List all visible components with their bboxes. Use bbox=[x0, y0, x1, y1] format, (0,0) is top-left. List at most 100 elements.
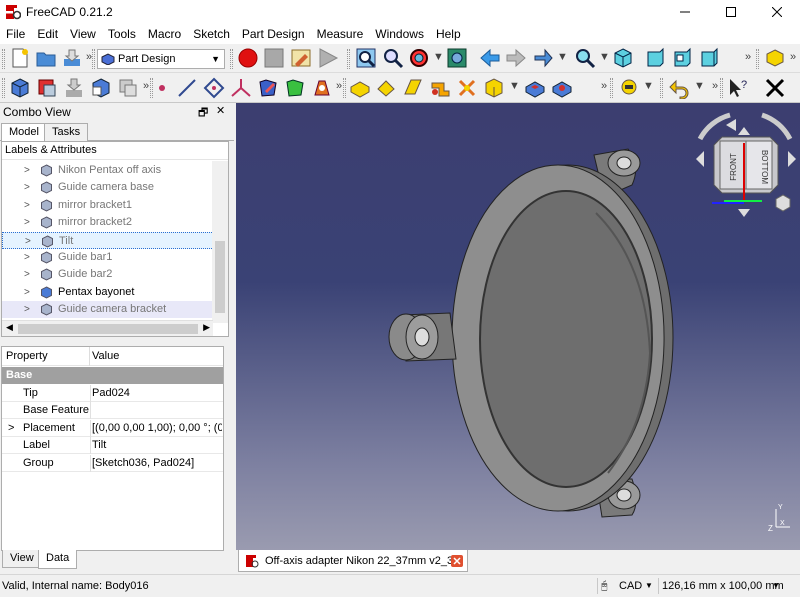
datum-point-icon[interactable] bbox=[151, 77, 173, 99]
toolbar-grip[interactable] bbox=[756, 49, 759, 69]
nav-left-arrow-icon[interactable] bbox=[696, 151, 704, 167]
expand-arrow-icon[interactable]: > bbox=[24, 197, 30, 214]
nav-up-arrow-icon[interactable] bbox=[738, 127, 750, 135]
create-body-icon[interactable] bbox=[9, 77, 31, 99]
additive-loft-icon[interactable] bbox=[402, 77, 424, 99]
macro-stop-icon[interactable] bbox=[263, 47, 285, 69]
menu-help[interactable]: Help bbox=[430, 24, 467, 44]
sync-view-icon[interactable] bbox=[532, 47, 554, 69]
toolbar-grip[interactable] bbox=[2, 78, 5, 98]
menu-tools[interactable]: Tools bbox=[102, 24, 142, 44]
toolbar-more-chevron[interactable]: » bbox=[712, 80, 718, 92]
tree-item[interactable]: > mirror bracket2 bbox=[2, 214, 214, 231]
menu-macro[interactable]: Macro bbox=[142, 24, 187, 44]
tab-data[interactable]: Data bbox=[38, 550, 78, 569]
menu-view[interactable]: View bbox=[64, 24, 102, 44]
chevron-down-icon[interactable]: ▼ bbox=[509, 80, 520, 92]
menu-part-design[interactable]: Part Design bbox=[236, 24, 311, 44]
chevron-down-icon[interactable]: ▼ bbox=[643, 80, 654, 92]
float-panel-icon[interactable]: 🗗 bbox=[198, 104, 208, 123]
chevron-down-icon[interactable]: ▼ bbox=[557, 51, 568, 63]
chevron-down-icon[interactable]: ▼ bbox=[599, 51, 610, 63]
datum-plane-icon[interactable] bbox=[203, 77, 225, 99]
scroll-right-icon[interactable]: ▶ bbox=[203, 322, 210, 333]
3d-viewport[interactable]: FRONT BOTTOM Z X Y bbox=[236, 103, 800, 550]
tree-item[interactable]: > Guide bar2 bbox=[2, 266, 214, 283]
tab-tasks[interactable]: Tasks bbox=[44, 123, 89, 141]
tree-horizontal-scrollbar[interactable]: ◀ ▶ bbox=[2, 320, 213, 336]
tree-item[interactable]: > Nikon Pentax off axis bbox=[2, 162, 214, 179]
attach-sketch-icon[interactable] bbox=[311, 77, 333, 99]
hole-icon[interactable] bbox=[551, 77, 573, 99]
tree-item[interactable]: > Pentax bayonet bbox=[2, 284, 214, 301]
undo-icon[interactable] bbox=[668, 77, 690, 99]
minimize-button[interactable] bbox=[662, 0, 708, 24]
draw-style-icon[interactable] bbox=[408, 47, 430, 69]
import-icon[interactable] bbox=[63, 77, 85, 99]
part-icon[interactable] bbox=[764, 47, 786, 69]
menu-windows[interactable]: Windows bbox=[369, 24, 430, 44]
close-tab-icon[interactable] bbox=[451, 555, 463, 567]
save-icon[interactable] bbox=[61, 47, 83, 69]
toolbar-grip[interactable] bbox=[720, 78, 723, 98]
pocket-icon[interactable] bbox=[524, 77, 546, 99]
expand-arrow-icon[interactable]: > bbox=[24, 162, 30, 179]
toolbar-grip[interactable] bbox=[230, 49, 233, 69]
expand-arrow-icon[interactable]: > bbox=[24, 179, 30, 196]
menu-edit[interactable]: Edit bbox=[31, 24, 64, 44]
new-sketch-icon[interactable] bbox=[257, 77, 279, 99]
tree-item[interactable]: > Guide bar1 bbox=[2, 249, 214, 266]
nav-down-arrow-icon[interactable] bbox=[738, 209, 750, 217]
fit-selection-icon[interactable] bbox=[382, 47, 404, 69]
property-row[interactable]: Group [Sketch036, Pad024] bbox=[2, 454, 223, 472]
measure-icon[interactable] bbox=[619, 77, 641, 99]
macro-record-icon[interactable] bbox=[237, 47, 259, 69]
close-icon[interactable] bbox=[764, 77, 786, 99]
toolbar-grip[interactable] bbox=[660, 78, 663, 98]
menu-file[interactable]: File bbox=[0, 24, 31, 44]
property-row[interactable]: Tip Pad024 bbox=[2, 385, 223, 402]
isometric-view-icon[interactable] bbox=[612, 47, 634, 69]
forward-arrow-icon[interactable] bbox=[505, 47, 527, 69]
property-group-base[interactable]: Base bbox=[2, 367, 223, 384]
close-window-button[interactable] bbox=[754, 0, 800, 24]
property-value[interactable]: Tilt bbox=[92, 437, 222, 454]
additive-primitive-icon[interactable] bbox=[483, 77, 505, 99]
scroll-left-icon[interactable]: ◀ bbox=[6, 322, 13, 333]
property-editor[interactable]: Property Value Base Tip Pad024 Base Featur… bbox=[1, 346, 224, 551]
shape-binder-icon[interactable] bbox=[36, 77, 58, 99]
open-folder-icon[interactable] bbox=[35, 47, 57, 69]
expand-arrow-icon[interactable]: > bbox=[8, 420, 14, 437]
sub-shape-binder-icon[interactable] bbox=[117, 77, 139, 99]
tree-item[interactable]: > Tilt bbox=[2, 231, 214, 250]
top-view-icon[interactable] bbox=[671, 47, 693, 69]
navigation-cube[interactable]: FRONT BOTTOM bbox=[692, 109, 800, 229]
property-row[interactable]: Base Feature bbox=[2, 402, 223, 420]
toolbar-grip[interactable] bbox=[92, 49, 95, 69]
fit-all-icon[interactable] bbox=[355, 47, 377, 69]
expand-arrow-icon[interactable]: > bbox=[24, 301, 30, 318]
property-value[interactable]: [(0,00 0,00 1,00); 0,00 °; (0,... bbox=[92, 420, 222, 437]
std-view-zoom-icon[interactable] bbox=[574, 47, 596, 69]
toolbar-grip[interactable] bbox=[347, 49, 350, 69]
clone-icon[interactable] bbox=[90, 77, 112, 99]
expand-arrow-icon[interactable]: > bbox=[25, 233, 31, 250]
toolbar-more-chevron[interactable]: » bbox=[790, 51, 796, 63]
right-view-icon[interactable] bbox=[698, 47, 720, 69]
toolbar-more-chevron[interactable]: » bbox=[143, 80, 149, 92]
toolbar-grip[interactable] bbox=[610, 78, 613, 98]
menu-measure[interactable]: Measure bbox=[311, 24, 370, 44]
dimension-display[interactable]: 126,16 mm x 100,00 mm ▼ bbox=[662, 575, 784, 597]
tab-model[interactable]: Model bbox=[1, 123, 47, 142]
whats-this-icon[interactable]: ? bbox=[727, 77, 749, 99]
workbench-selector[interactable]: Part Design ▼ bbox=[97, 49, 225, 69]
model-tree[interactable]: Labels & Attributes > Nikon Pentax off ax… bbox=[1, 141, 229, 337]
property-row[interactable]: > Placement [(0,00 0,00 1,00); 0,00 °; (0,… bbox=[2, 419, 223, 437]
expand-arrow-icon[interactable]: > bbox=[24, 284, 30, 301]
revolution-icon[interactable] bbox=[375, 77, 397, 99]
toolbar-more-chevron[interactable]: » bbox=[745, 51, 751, 63]
toolbar-grip[interactable] bbox=[343, 78, 346, 98]
front-view-icon[interactable] bbox=[644, 47, 666, 69]
scrollbar-thumb[interactable] bbox=[215, 241, 225, 313]
property-row[interactable]: Label Tilt bbox=[2, 437, 223, 455]
